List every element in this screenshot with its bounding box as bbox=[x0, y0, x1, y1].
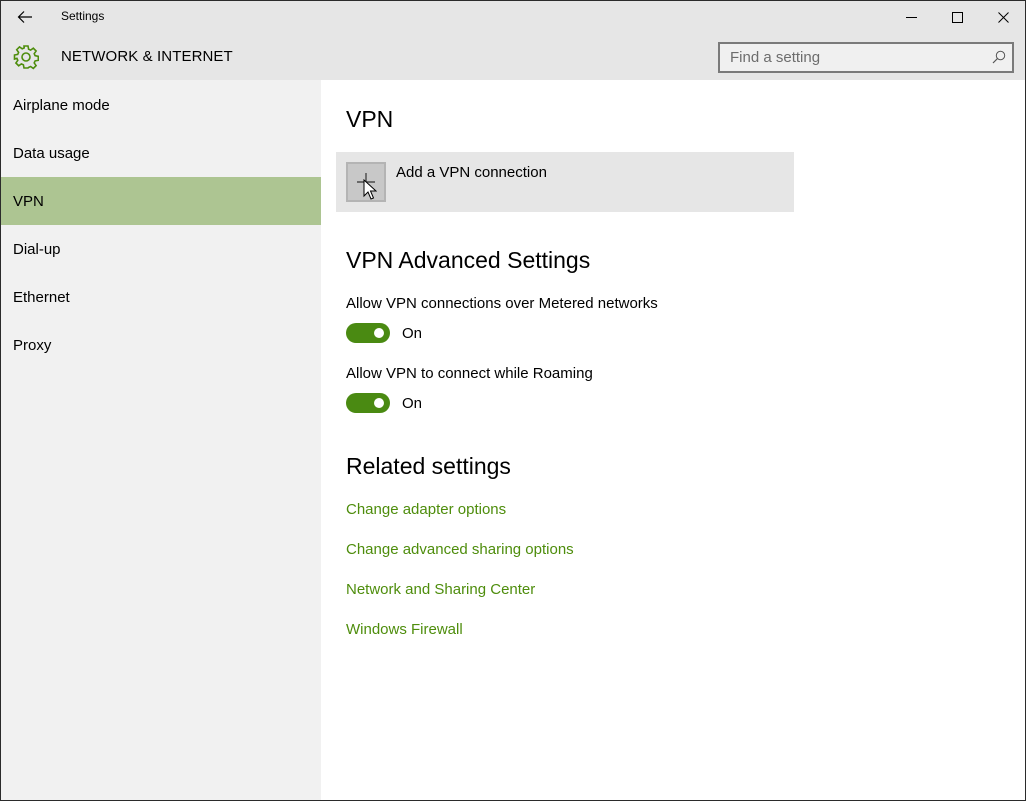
sidebar-nav: Airplane mode Data usage VPN Dial-up Eth… bbox=[1, 80, 321, 800]
related-settings-heading: Related settings bbox=[346, 453, 511, 479]
app-title: Settings bbox=[61, 9, 105, 23]
sidebar-item-ethernet[interactable]: Ethernet bbox=[1, 273, 321, 321]
roaming-label: Allow VPN to connect while Roaming bbox=[346, 365, 593, 382]
sidebar-item-airplane-mode[interactable]: Airplane mode bbox=[1, 81, 321, 129]
maximize-icon bbox=[951, 11, 963, 23]
title-bar: Settings bbox=[1, 1, 1025, 33]
sidebar-item-label: Dial-up bbox=[13, 241, 61, 258]
header: Settings NETWORK & INTERNET bbox=[1, 1, 1025, 80]
back-arrow-icon bbox=[17, 11, 32, 23]
sidebar-item-data-usage[interactable]: Data usage bbox=[1, 129, 321, 177]
section-header: NETWORK & INTERNET bbox=[1, 33, 1025, 80]
add-vpn-connection-label: Add a VPN connection bbox=[396, 164, 547, 181]
sidebar-item-dial-up[interactable]: Dial-up bbox=[1, 225, 321, 273]
metered-networks-toggle[interactable] bbox=[346, 323, 390, 343]
search-icon[interactable] bbox=[992, 50, 1006, 64]
close-button[interactable] bbox=[980, 1, 1026, 33]
sidebar-item-label: VPN bbox=[13, 193, 44, 210]
toggle-knob bbox=[374, 398, 384, 408]
roaming-state: On bbox=[402, 395, 423, 412]
add-vpn-connection-button[interactable]: Add a VPN connection bbox=[336, 152, 794, 212]
minimize-button[interactable] bbox=[888, 1, 934, 33]
advanced-settings-heading: VPN Advanced Settings bbox=[346, 247, 591, 273]
roaming-toggle[interactable] bbox=[346, 393, 390, 413]
sidebar-item-label: Proxy bbox=[13, 337, 52, 354]
sidebar-item-label: Ethernet bbox=[13, 289, 70, 306]
maximize-button[interactable] bbox=[934, 1, 980, 33]
search-box[interactable] bbox=[718, 42, 1014, 73]
add-icon-box bbox=[346, 162, 386, 202]
section-title: NETWORK & INTERNET bbox=[61, 48, 233, 65]
search-input[interactable] bbox=[720, 44, 990, 71]
minimize-icon bbox=[905, 16, 917, 18]
sidebar-item-vpn[interactable]: VPN bbox=[1, 177, 321, 225]
metered-networks-label: Allow VPN connections over Metered netwo… bbox=[346, 295, 658, 312]
change-advanced-sharing-options-link[interactable]: Change advanced sharing options bbox=[346, 541, 574, 558]
network-and-sharing-center-link[interactable]: Network and Sharing Center bbox=[346, 581, 535, 598]
back-button[interactable] bbox=[9, 1, 41, 33]
toggle-knob bbox=[374, 328, 384, 338]
main-content: VPN Add a VPN connection VPN Advanced Se… bbox=[321, 80, 1025, 800]
metered-networks-state: On bbox=[402, 325, 423, 342]
sidebar-item-proxy[interactable]: Proxy bbox=[1, 321, 321, 369]
windows-firewall-link[interactable]: Windows Firewall bbox=[346, 621, 463, 638]
sidebar-item-label: Data usage bbox=[13, 145, 90, 162]
change-adapter-options-link[interactable]: Change adapter options bbox=[346, 501, 506, 518]
settings-window: Settings NETWORK & INTERNET Find a setti… bbox=[0, 0, 1026, 801]
page-title: VPN bbox=[346, 106, 394, 132]
plus-icon bbox=[357, 173, 375, 191]
sidebar-item-label: Airplane mode bbox=[13, 97, 110, 114]
gear-icon bbox=[13, 45, 39, 70]
close-icon bbox=[997, 11, 1009, 23]
